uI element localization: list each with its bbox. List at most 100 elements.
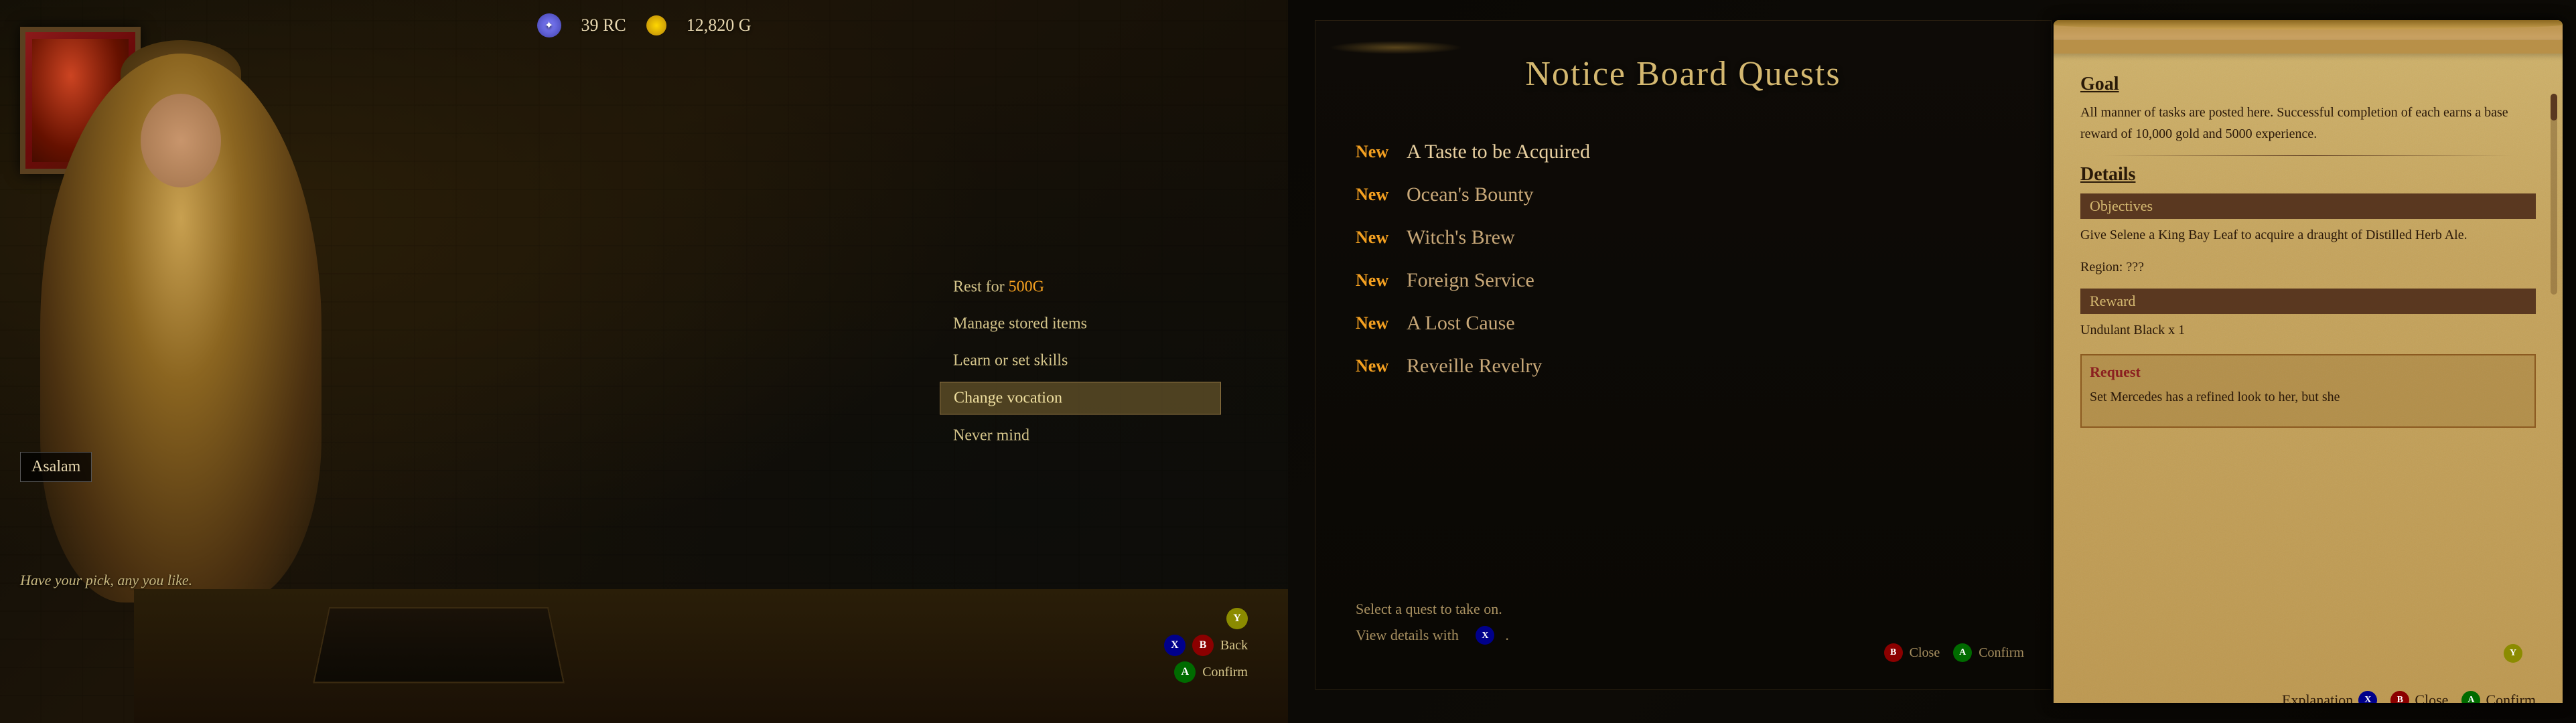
hint-b: X B Back [1164, 635, 1248, 656]
desk-book [313, 607, 565, 683]
new-badge-6: New [1356, 356, 1396, 376]
hint-a: A Confirm [1174, 661, 1248, 683]
x-detail-button: X [1476, 626, 1494, 645]
npc-name: Asalam [31, 458, 80, 475]
npc-face [141, 94, 221, 187]
explanation-btn-row: Explanation X [2282, 691, 2377, 703]
board-bottom-buttons: B Close A Confirm [1884, 643, 2024, 662]
nevermind-label: Never mind [953, 427, 1029, 445]
left-panel: ✦ 39 RC 12,820 G Asalam Have your pick, … [0, 0, 1288, 723]
scroll-y-hint: Y [2504, 644, 2522, 663]
goal-title: Goal [2080, 74, 2536, 95]
new-badge-1: New [1356, 142, 1396, 162]
hint-y: Y [1226, 608, 1248, 629]
rest-label: Rest for [953, 278, 1009, 296]
desk-area [134, 589, 1288, 723]
quest-item-1[interactable]: New A Taste to be Acquired [1356, 141, 2011, 163]
right-panel: Notice Board Quests New A Taste to be Ac… [1288, 0, 2576, 723]
board-confirm-label: Confirm [1979, 645, 2024, 661]
b-button-icon: B [1192, 635, 1214, 656]
scroll-bottom-buttons: Explanation X B Close A Confirm [2282, 691, 2536, 703]
instruction-line-2-text: View details with [1356, 622, 1459, 649]
quest-item-2[interactable]: New Ocean's Bounty [1356, 183, 2011, 206]
request-section: Request Set Mercedes has a refined look … [2080, 354, 2536, 428]
npc-name-tag: Asalam [20, 452, 92, 482]
x-button-label: X [1164, 635, 1186, 656]
quest-name-4: Foreign Service [1407, 269, 1534, 292]
menu-item-skills[interactable]: Learn or set skills [940, 345, 1221, 377]
new-badge-4: New [1356, 270, 1396, 291]
instruction-x-label: . [1505, 622, 1509, 649]
quest-item-5[interactable]: New A Lost Cause [1356, 312, 2011, 335]
reward-bar: Reward [2080, 289, 2536, 314]
menu-panel: Rest for 500G Manage stored items Learn … [940, 272, 1221, 452]
menu-item-storage[interactable]: Manage stored items [940, 309, 1221, 340]
menu-item-nevermind[interactable]: Never mind [940, 420, 1221, 452]
board-b-button: B [1884, 643, 1903, 662]
quest-item-3[interactable]: New Witch's Brew [1356, 226, 2011, 249]
explanation-label: Explanation [2282, 692, 2353, 703]
hud-top: ✦ 39 RC 12,820 G [537, 13, 752, 37]
gold-icon [646, 15, 666, 35]
scroll-scrollbar[interactable] [2551, 94, 2557, 295]
rc-amount: 39 RC [581, 15, 626, 35]
scroll-confirm-button[interactable]: A [2461, 691, 2480, 703]
quest-name-6: Reveille Revelry [1407, 355, 1542, 378]
board-hint-b: B Close [1884, 643, 1940, 662]
menu-item-vocation[interactable]: Change vocation [940, 382, 1221, 415]
objectives-text: Give Selene a King Bay Leaf to acquire a… [2080, 224, 2536, 246]
confirm-btn-row: A Confirm [2461, 691, 2536, 703]
notice-board: Notice Board Quests New A Taste to be Ac… [1315, 20, 2052, 690]
close-btn-row: B Close [2390, 691, 2448, 703]
skills-label: Learn or set skills [953, 352, 1068, 370]
instruction-line-2-row: View details with X . [1356, 622, 1509, 649]
confirm-label-scroll: Confirm [2486, 692, 2536, 703]
new-badge-5: New [1356, 313, 1396, 333]
board-a-button: A [1953, 643, 1972, 662]
npc-body [40, 54, 321, 602]
quest-name-1: A Taste to be Acquired [1407, 141, 1590, 163]
scroll-y-button: Y [2504, 644, 2522, 663]
scroll-ornament-top [1329, 41, 1463, 54]
scroll-close-button[interactable]: B [2390, 691, 2409, 703]
request-title: Request [2090, 364, 2526, 381]
gold-amount: 12,820 G [687, 15, 752, 35]
reward-label: Reward [2090, 293, 2135, 310]
a-button-icon: A [1174, 661, 1196, 683]
npc-figure [40, 54, 321, 602]
region-text: Region: ??? [2080, 256, 2536, 278]
divider-1 [2103, 155, 2513, 156]
button-hints-left: Y X B Back A Confirm [1164, 608, 1248, 683]
instruction-line-1: Select a quest to take on. [1356, 596, 1509, 623]
quest-name-2: Ocean's Bounty [1407, 183, 1534, 206]
scroll-inner: Goal All manner of tasks are posted here… [2054, 54, 2563, 703]
confirm-label-left: Confirm [1202, 665, 1248, 680]
rc-icon: ✦ [537, 13, 561, 37]
quest-name-5: A Lost Cause [1407, 312, 1515, 335]
board-close-label: Close [1910, 645, 1940, 661]
new-badge-2: New [1356, 185, 1396, 205]
objectives-bar: Objectives [2080, 193, 2536, 219]
board-hint-a: A Confirm [1953, 643, 2024, 662]
request-text: Set Mercedes has a refined look to her, … [2090, 386, 2526, 408]
quest-item-6[interactable]: New Reveille Revelry [1356, 355, 2011, 378]
explanation-x-button[interactable]: X [2358, 691, 2377, 703]
storage-label: Manage stored items [953, 315, 1087, 333]
new-badge-3: New [1356, 228, 1396, 248]
dialogue-text: Have your pick, any you like. [20, 572, 192, 589]
goal-text: All manner of tasks are posted here. Suc… [2080, 102, 2536, 145]
vocation-label: Change vocation [954, 390, 1062, 407]
details-scroll: Goal All manner of tasks are posted here… [2054, 20, 2563, 703]
dialogue-line: Have your pick, any you like. [20, 572, 192, 588]
quest-list: New A Taste to be Acquired New Ocean's B… [1315, 127, 2051, 391]
quest-name-3: Witch's Brew [1407, 226, 1515, 249]
board-instructions: Select a quest to take on. View details … [1356, 596, 1509, 649]
quest-item-4[interactable]: New Foreign Service [1356, 269, 2011, 292]
objectives-label: Objectives [2090, 197, 2153, 215]
menu-item-rest[interactable]: Rest for 500G [940, 272, 1221, 303]
rest-cost: 500G [1009, 278, 1044, 296]
scroll-scrollbar-thumb[interactable] [2551, 94, 2557, 120]
back-label: Back [1220, 638, 1248, 653]
y-button-icon: Y [1226, 608, 1248, 629]
details-title: Details [2080, 164, 2536, 185]
